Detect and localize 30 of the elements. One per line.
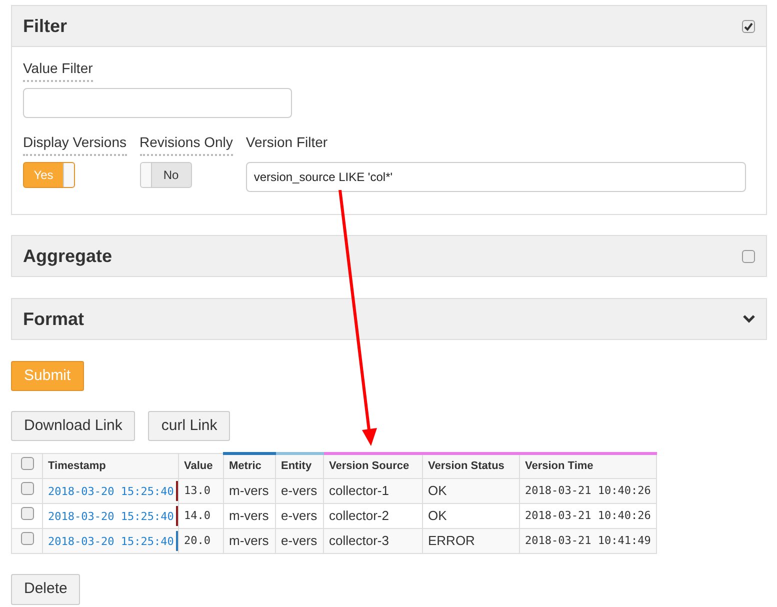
table-cell: 20.0	[178, 528, 224, 554]
link-button[interactable]: Download Link	[11, 411, 136, 441]
checkbox[interactable]	[20, 457, 34, 470]
table-cell: ERROR	[422, 528, 520, 554]
toggle-switch[interactable]: No	[140, 162, 192, 188]
field-label: Revisions Only	[140, 132, 233, 156]
panel-header[interactable]: Format	[11, 298, 767, 340]
input-field[interactable]	[23, 88, 292, 118]
panel-title: Filter	[23, 14, 68, 38]
link-button[interactable]: curl Link	[148, 411, 230, 441]
table-cell: 2018-03-21 10:41:49	[520, 528, 656, 554]
column-header[interactable]: Timestamp	[42, 454, 178, 478]
panel-title: Aggregate	[23, 244, 112, 268]
panel-title: Format	[23, 308, 84, 330]
delete-button[interactable]: Delete	[11, 574, 80, 605]
field-label: Value Filter	[23, 58, 93, 82]
checkbox[interactable]	[742, 250, 755, 262]
panel-header[interactable]: Aggregate	[11, 235, 767, 277]
table-cell: e-vers	[276, 528, 324, 554]
chevron-down-icon[interactable]	[743, 315, 755, 323]
checkbox[interactable]	[20, 482, 34, 495]
table-cell: collector-3	[324, 528, 422, 554]
checkbox[interactable]	[20, 532, 34, 545]
input-field[interactable]: version_source LIKE 'col*'	[246, 162, 746, 192]
checkbox[interactable]	[20, 507, 34, 520]
field-label: Display Versions	[23, 132, 126, 156]
panel-header[interactable]: Filter	[11, 5, 767, 47]
checkbox[interactable]	[742, 20, 755, 32]
field-label: Version Filter	[246, 133, 329, 152]
table-cell: m-vers	[224, 528, 276, 554]
